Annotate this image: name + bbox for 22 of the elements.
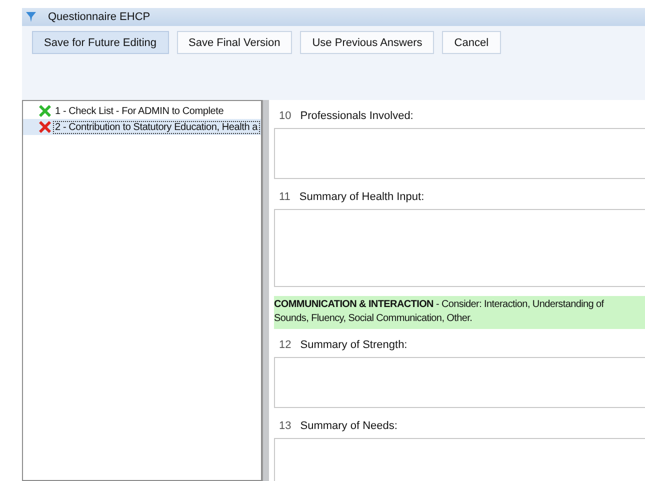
text-area[interactable] [274,128,645,179]
question-label: Summary of Strength: [300,339,408,351]
toolbar-button[interactable]: Save for Future Editing [32,31,169,54]
question-number: 10 [279,110,292,122]
question-label: Professionals Involved: [300,110,414,122]
question-label: Summary of Needs: [300,420,398,432]
question-number: 12 [279,339,292,351]
text-area[interactable] [274,357,645,408]
tree-item[interactable]: 2 - Contribution to Statutory Education, Health a [23,119,261,135]
splitter[interactable] [262,100,269,481]
question-label: Summary of Health Input: [299,191,424,203]
tree-item[interactable]: 1 - Check List - For ADMIN to Complete [23,103,261,119]
text-area[interactable] [274,209,645,287]
funnel-icon [26,12,36,22]
text-area[interactable] [274,438,645,481]
question-number: 13 [279,420,292,432]
question-number: 11 [279,191,290,203]
toolbar-button[interactable]: Use Previous Answers [300,31,434,54]
window-title: Questionnaire EHCP [48,11,150,23]
toolbar-button[interactable]: Cancel [442,31,501,54]
section-header: COMMUNICATION & INTERACTION - Consider: Interaction, Understanding of Sounds, Fluency, Social Communication, Other. [274,296,645,329]
toolbar-button[interactable]: Save Final Version [176,31,292,54]
